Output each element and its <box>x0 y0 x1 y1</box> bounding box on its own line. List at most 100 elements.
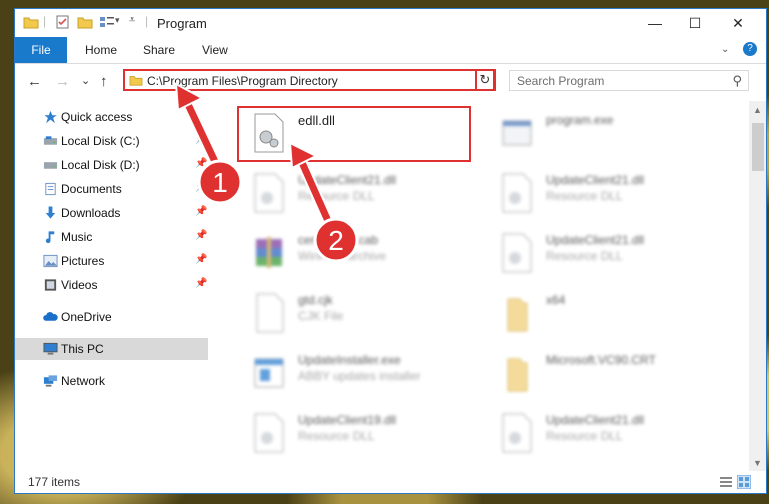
dll-file-icon <box>254 413 284 453</box>
file-type: ABBY updates installer <box>298 369 421 383</box>
separator: | <box>43 14 47 28</box>
sidebar-item-label: Quick access <box>61 110 133 124</box>
pin-icon[interactable]: 📌 <box>195 158 207 169</box>
sidebar-item-network[interactable]: Network <box>15 370 210 392</box>
file-name: UpdateClient21.dll <box>546 233 645 247</box>
file-name: UpdateClient21.dll <box>298 173 397 187</box>
file-tile[interactable]: UpdateInstaller.exe ABBY updates install… <box>238 347 478 399</box>
scrollbar-thumb[interactable] <box>752 123 764 171</box>
file-tile[interactable]: certificates.cab WinRAR archive <box>238 227 478 279</box>
sidebar-item-label: Local Disk (D:) <box>61 158 140 172</box>
pin-icon[interactable]: 📌 <box>195 134 207 145</box>
address-path: C:\Program Files\Program Directory <box>147 74 338 88</box>
sidebar-item-label: Downloads <box>61 206 121 220</box>
sidebar-item-label: Documents <box>61 182 122 196</box>
file-tile[interactable]: UpdateClient21.dll Resource DLL <box>486 227 726 279</box>
large-icons-view-icon[interactable] <box>737 475 751 489</box>
explorer-window: | ▾ ⩡ | Program — ☐ ✕ File Home Share Vi… <box>14 8 767 494</box>
details-view-icon[interactable] <box>720 476 732 488</box>
sidebar-item-local-disk-c[interactable]: Local Disk (C:) 📌 <box>15 130 210 152</box>
file-type: Resource DLL <box>298 429 375 443</box>
file-name: UpdateClient21.dll <box>546 173 645 187</box>
view-icon[interactable] <box>99 15 115 29</box>
dll-file-icon <box>254 113 284 153</box>
sidebar-item-label: This PC <box>61 342 104 356</box>
scroll-down-icon[interactable]: ▼ <box>753 458 762 468</box>
up-button[interactable]: ↑ <box>100 73 108 90</box>
file-name: Microsoft.VC90.CRT <box>546 353 656 367</box>
pin-icon[interactable]: 📌 <box>195 254 207 265</box>
file-name: UpdateClient21.dll <box>546 413 645 427</box>
sidebar-item-music[interactable]: Music 📌 <box>15 226 210 248</box>
back-button[interactable]: ← <box>27 73 42 90</box>
sidebar-item-quick-access[interactable]: Quick access <box>15 106 210 128</box>
sidebar-item-local-disk-d[interactable]: Local Disk (D:) 📌 <box>15 154 210 176</box>
file-tile[interactable]: gtd.cjk CJK File <box>238 287 478 339</box>
customize-toolbar-icon[interactable]: ⩡ <box>129 14 135 27</box>
file-tile[interactable]: x64 <box>486 287 726 339</box>
refresh-button[interactable]: ↻ <box>475 69 495 91</box>
sidebar-item-pictures[interactable]: Pictures 📌 <box>15 250 210 272</box>
file-tile[interactable]: UpdateClient21.dll Resource DLL <box>486 407 726 459</box>
sidebar-item-onedrive[interactable]: OneDrive <box>15 306 210 328</box>
file-tile[interactable]: UpdateClient19.dll Resource DLL <box>238 407 478 459</box>
search-icon[interactable]: ⚲ <box>732 73 742 89</box>
sidebar-item-label: Local Disk (C:) <box>61 134 140 148</box>
download-icon <box>45 206 56 219</box>
drive-icon <box>43 162 58 169</box>
sidebar-item-documents[interactable]: Documents 📌 <box>15 178 210 200</box>
vertical-scrollbar[interactable]: ▲ ▼ <box>749 101 766 471</box>
properties-icon[interactable] <box>55 15 71 29</box>
dll-file-icon <box>254 173 284 213</box>
close-button[interactable]: ✕ <box>718 9 758 37</box>
file-tile[interactable]: UpdateClient21.dll Resource DLL <box>486 167 726 219</box>
file-tile[interactable]: program.exe <box>486 107 726 159</box>
dll-file-icon <box>502 233 532 273</box>
search-input[interactable]: Search Program ⚲ <box>509 70 749 91</box>
pin-icon[interactable]: 📌 <box>195 278 207 289</box>
pin-icon[interactable]: 📌 <box>195 230 207 241</box>
item-count: 177 items <box>28 475 81 489</box>
dll-file-icon <box>502 413 532 453</box>
sidebar-item-label: Videos <box>61 278 98 292</box>
sidebar-item-label: Pictures <box>61 254 105 268</box>
chevron-down-icon[interactable]: ▾ <box>115 15 120 26</box>
tab-home[interactable]: Home <box>85 43 117 57</box>
tab-file[interactable]: File <box>15 37 67 63</box>
file-tile[interactable]: UpdateClient21.dll Resource DLL <box>238 167 478 219</box>
pin-icon[interactable]: 📌 <box>195 206 207 217</box>
title-bar: | ▾ ⩡ | Program — ☐ ✕ <box>15 9 766 37</box>
navigation-pane: Quick access Local Disk (C:) 📌 Local Dis… <box>15 101 210 471</box>
minimize-button[interactable]: — <box>635 9 675 37</box>
forward-button[interactable]: → <box>55 73 70 90</box>
folder-icon <box>507 298 528 332</box>
maximize-button[interactable]: ☐ <box>675 9 715 37</box>
installer-icon <box>254 358 284 388</box>
file-type: Resource DLL <box>546 429 623 443</box>
file-name: x64 <box>546 293 566 307</box>
sidebar-item-videos[interactable]: Videos 📌 <box>15 274 210 296</box>
drive-icon <box>43 136 58 145</box>
sidebar-item-downloads[interactable]: Downloads 📌 <box>15 202 210 224</box>
tab-share[interactable]: Share <box>143 43 175 57</box>
file-tile[interactable]: edll.dll <box>238 107 478 159</box>
chevron-down-icon[interactable]: ⌄ <box>721 44 729 55</box>
tab-view[interactable]: View <box>202 43 228 57</box>
file-type: WinRAR archive <box>298 249 387 263</box>
sidebar-item-this-pc[interactable]: This PC <box>15 338 208 360</box>
pin-icon[interactable]: 📌 <box>195 182 207 193</box>
help-icon[interactable]: ? <box>743 42 757 56</box>
folder-icon <box>129 76 143 86</box>
new-folder-icon[interactable] <box>77 15 93 29</box>
file-tile[interactable]: Microsoft.VC90.CRT <box>486 347 726 399</box>
address-bar[interactable]: C:\Program Files\Program Directory ⌄ <box>123 69 496 91</box>
scroll-up-icon[interactable]: ▲ <box>753 105 762 115</box>
ribbon: File Home Share View ⌄ ? <box>15 37 766 64</box>
search-placeholder: Search Program <box>517 74 605 88</box>
file-icon <box>256 293 284 333</box>
cloud-icon <box>43 312 58 321</box>
dll-file-icon <box>502 173 532 213</box>
recent-locations-button[interactable]: ⌄ <box>81 74 90 87</box>
file-name: program.exe <box>546 113 614 127</box>
folder-icon <box>23 17 39 29</box>
